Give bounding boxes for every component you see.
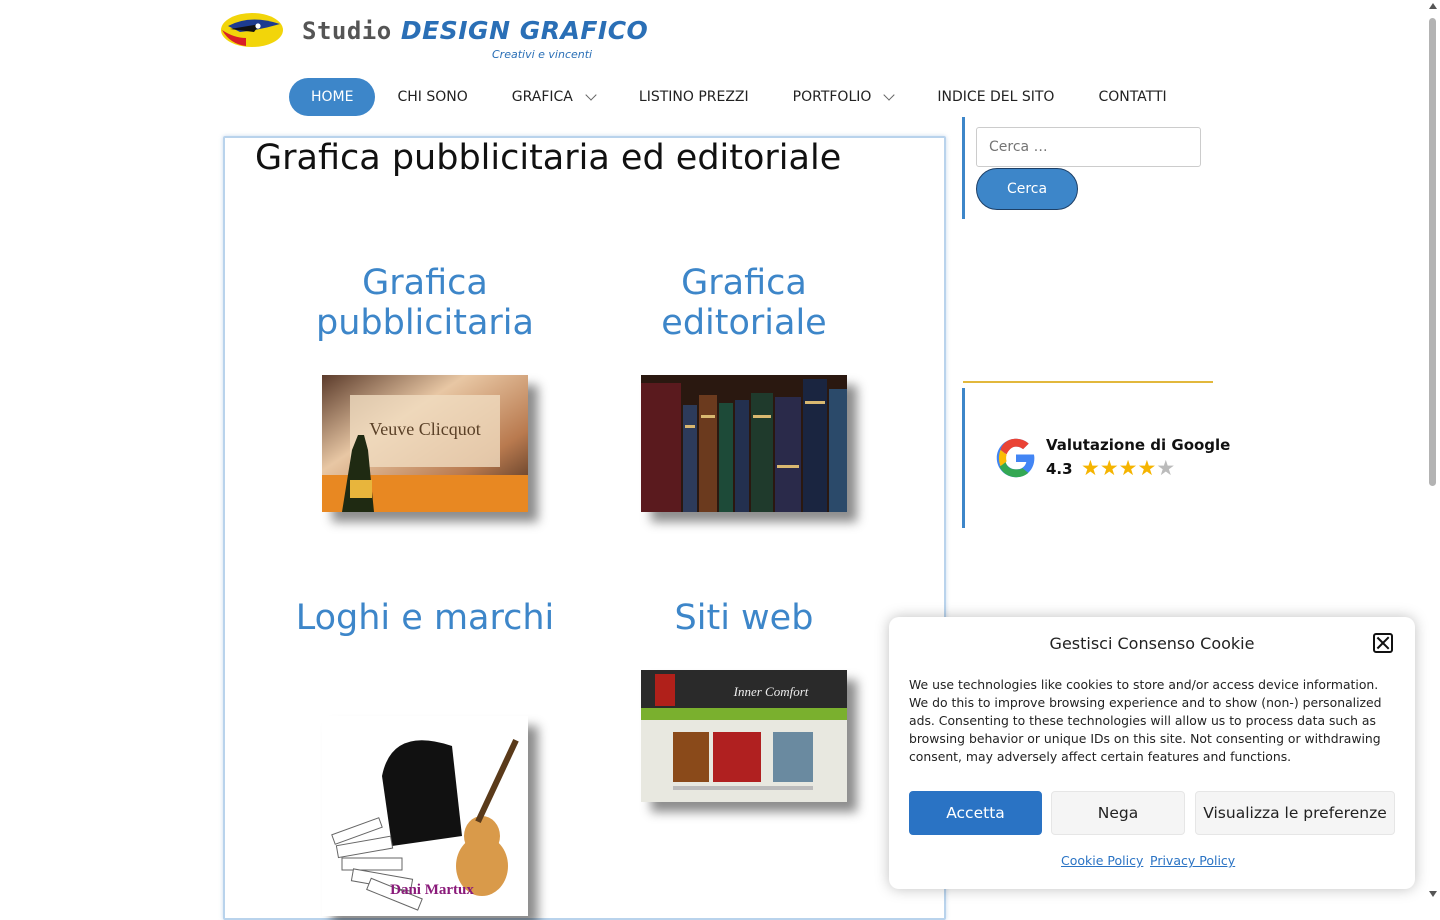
rating-stars: ★★★★★	[1081, 456, 1175, 480]
books-photo-image	[641, 375, 847, 512]
champagne-photo-image: Veuve Clicquot	[322, 375, 528, 512]
google-rating-title: Valutazione di Google	[1046, 436, 1231, 454]
star-icon: ★	[1118, 456, 1138, 480]
privacy-policy-link[interactable]: Privacy Policy	[1150, 853, 1235, 868]
sidebar-divider	[962, 388, 965, 528]
preferences-button[interactable]: Visualizza le preferenze	[1195, 791, 1395, 835]
card-title-loghi-e-marchi[interactable]: Loghi e marchi	[275, 598, 575, 638]
nav-item-portfolio[interactable]: PORTFOLIO	[771, 78, 916, 116]
nav-item-chi-sono[interactable]: CHI SONO	[375, 78, 489, 116]
page-scrollbar[interactable]	[1425, 0, 1440, 900]
nav-item-listino-prezzi[interactable]: LISTINO PREZZI	[617, 78, 771, 116]
piano-guitar-logo-image: Dani Martux	[322, 716, 528, 916]
image-text: Veuve Clicquot	[369, 419, 480, 439]
sidebar-separator	[963, 381, 1213, 383]
google-rating-score: 4.3	[1046, 460, 1073, 478]
image-text: Inner Comfort	[733, 684, 809, 699]
cookie-consent-dialog: Gestisci Consenso Cookie We use technolo…	[889, 617, 1415, 889]
card-title-grafica-pubblicitaria[interactable]: Grafica pubblicitaria	[275, 263, 575, 343]
nav-label: CONTATTI	[1098, 89, 1167, 105]
star-icon: ★	[1099, 456, 1119, 480]
thumb-logo[interactable]: Dani Martux	[322, 716, 528, 916]
scroll-down-arrow-icon[interactable]	[1429, 891, 1437, 897]
search-input[interactable]	[976, 127, 1201, 167]
nav-item-indice-del-sito[interactable]: INDICE DEL SITO	[915, 78, 1076, 116]
nav-label: GRAFICA	[511, 89, 573, 105]
nav-label: LISTINO PREZZI	[638, 89, 749, 105]
brand-name: Studio DESIGN GRAFICO	[302, 16, 648, 45]
main-content: Grafica pubblicitaria ed editoriale Graf…	[223, 136, 946, 920]
image-text: Dani Martux	[390, 882, 474, 898]
brand-tagline: Creativi e vincenti	[492, 48, 593, 61]
nav-item-home[interactable]: HOME	[289, 78, 376, 116]
thumb-champagne[interactable]: Veuve Clicquot	[322, 375, 528, 512]
main-nav: HOME CHI SONO GRAFICA LISTINO PREZZI POR…	[289, 78, 1189, 116]
nav-label: INDICE DEL SITO	[937, 89, 1055, 105]
card-title-siti-web[interactable]: Siti web	[594, 598, 894, 638]
sidebar-divider	[962, 117, 965, 219]
scrollbar-thumb[interactable]	[1429, 18, 1436, 486]
chevron-down-icon[interactable]	[883, 89, 896, 101]
page-title: Grafica pubblicitaria ed editoriale	[255, 138, 842, 178]
card-title-grafica-editoriale[interactable]: Grafica editoriale	[594, 263, 894, 343]
pen-nib-logo-icon	[221, 13, 283, 47]
site-logo[interactable]: Studio DESIGN GRAFICO Creativi e vincent…	[220, 10, 648, 66]
nav-label: CHI SONO	[397, 89, 468, 105]
thumb-books[interactable]	[641, 375, 847, 512]
star-half-icon: ★	[1156, 456, 1176, 480]
close-icon[interactable]	[1373, 633, 1393, 653]
accept-button[interactable]: Accetta	[909, 791, 1042, 835]
brand-studio: Studio	[302, 17, 392, 45]
scroll-up-arrow-icon[interactable]	[1429, 3, 1437, 9]
cookie-description: We use technologies like cookies to stor…	[909, 677, 1382, 764]
nav-item-grafica[interactable]: GRAFICA	[490, 78, 617, 116]
star-icon: ★	[1081, 456, 1100, 480]
nav-label: PORTFOLIO	[792, 89, 872, 105]
cookie-title: Gestisci Consenso Cookie	[1049, 634, 1255, 653]
nav-label: HOME	[311, 89, 354, 105]
google-logo-icon	[996, 438, 1035, 478]
search-button[interactable]: Cerca	[976, 168, 1078, 210]
star-icon: ★	[1137, 456, 1157, 480]
cookie-policy-link[interactable]: Cookie Policy	[1061, 853, 1143, 868]
thumb-website[interactable]: Inner Comfort	[641, 670, 847, 802]
brand-design-grafico: DESIGN GRAFICO	[400, 16, 649, 45]
nav-item-contatti[interactable]: CONTATTI	[1076, 78, 1188, 116]
website-screenshot-image: Inner Comfort	[641, 670, 847, 802]
chevron-down-icon[interactable]	[585, 89, 597, 101]
deny-button[interactable]: Nega	[1051, 791, 1185, 835]
